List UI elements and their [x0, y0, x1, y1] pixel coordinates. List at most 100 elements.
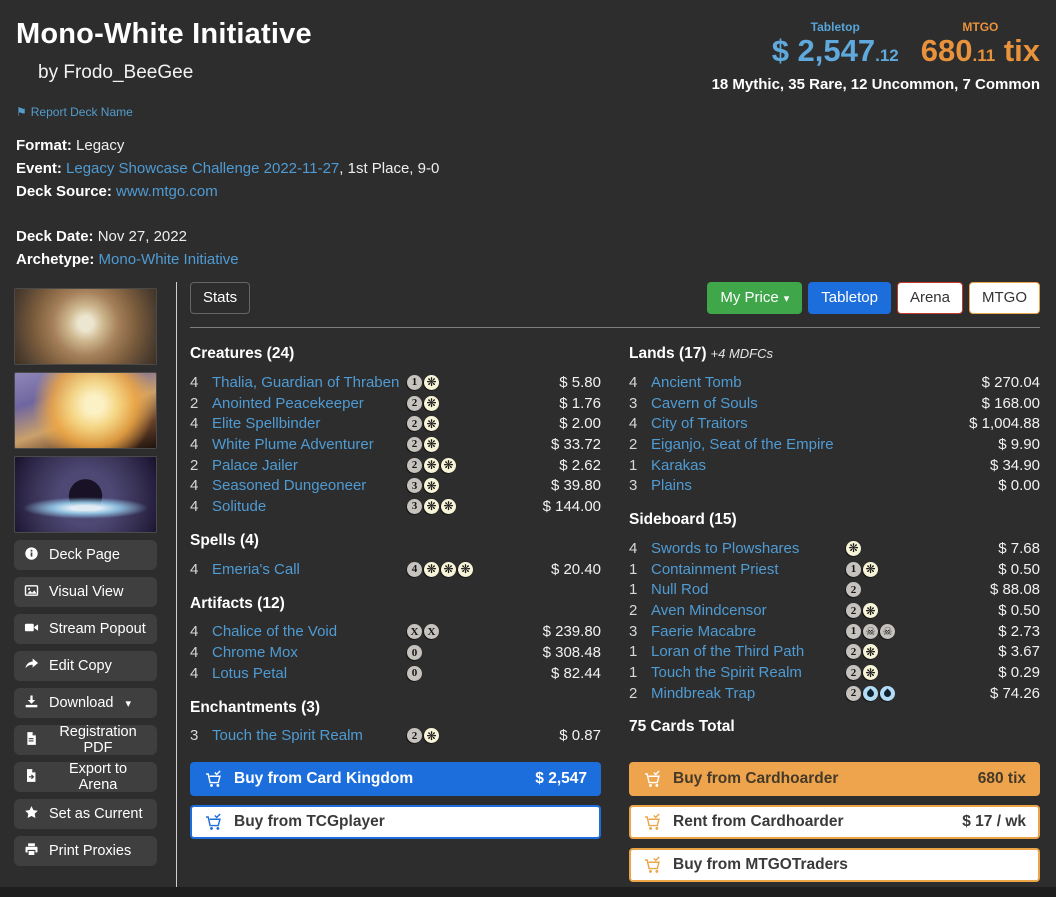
- card-quantity: 3: [629, 623, 651, 640]
- card-art-thumbnail-2[interactable]: [14, 372, 157, 449]
- card-name-link[interactable]: Touch the Spirit Realm: [212, 727, 407, 744]
- deck-card-row: 4Thalia, Guardian of Thraben1❋$ 5.80: [190, 372, 601, 393]
- arena-toggle-button[interactable]: Arena: [897, 282, 963, 314]
- card-name-link[interactable]: Plains: [651, 477, 846, 494]
- card-name-link[interactable]: Eiganjo, Seat of the Empire: [651, 436, 846, 453]
- image-icon: [24, 583, 39, 602]
- white-mana-icon: ❋: [441, 458, 456, 473]
- deck-list: Creatures (24)4Thalia, Guardian of Thrab…: [190, 330, 1040, 746]
- buy-button-label: Buy from Cardhoarder: [673, 770, 967, 788]
- sidebar-button-export-to-arena[interactable]: Export to Arena: [14, 762, 157, 792]
- sidebar-button-label: Download: [49, 695, 114, 711]
- card-name-link[interactable]: Seasoned Dungeoneer: [212, 477, 407, 494]
- tabletop-toggle-button[interactable]: Tabletop: [808, 282, 891, 314]
- card-name-link[interactable]: Anointed Peacekeeper: [212, 395, 407, 412]
- card-name-link[interactable]: Swords to Plowshares: [651, 540, 846, 557]
- card-name-link[interactable]: Aven Mindcensor: [651, 602, 846, 619]
- card-quantity: 2: [190, 457, 212, 474]
- buy-button-label: Buy from MTGOTraders: [673, 856, 1026, 874]
- card-name-link[interactable]: Containment Priest: [651, 561, 846, 578]
- card-name-link[interactable]: Thalia, Guardian of Thraben: [212, 374, 407, 391]
- card-name-link[interactable]: Mindbreak Trap: [651, 685, 846, 702]
- rent-from-cardhoarder-button[interactable]: Rent from Cardhoarder$ 17 / wk: [629, 805, 1040, 839]
- sidebar-button-stream-popout[interactable]: Stream Popout: [14, 614, 157, 644]
- card-name-link[interactable]: Faerie Macabre: [651, 623, 846, 640]
- deck-card-row: 2Anointed Peacekeeper2❋$ 1.76: [190, 393, 601, 414]
- card-quantity: 4: [190, 665, 212, 682]
- card-name-link[interactable]: Chalice of the Void: [212, 623, 407, 640]
- sidebar-button-print-proxies[interactable]: Print Proxies: [14, 836, 157, 866]
- card-name-link[interactable]: Solitude: [212, 498, 407, 515]
- deck-card-row: 4Solitude3❋❋$ 144.00: [190, 496, 601, 517]
- card-quantity: 4: [190, 415, 212, 432]
- white-mana-icon: ❋: [441, 499, 456, 514]
- card-price: $ 2.62: [515, 457, 601, 474]
- section-header-suffix: +4 MDFCs: [711, 346, 773, 361]
- card-name-link[interactable]: Null Rod: [651, 581, 846, 598]
- sidebar-button-set-as-current[interactable]: Set as Current: [14, 799, 157, 829]
- report-deck-name-label: Report Deck Name: [31, 105, 133, 119]
- mtgo-price-label: MTGO: [921, 20, 1040, 34]
- card-name-link[interactable]: Cavern of Souls: [651, 395, 846, 412]
- card-art-thumbnail-3[interactable]: [14, 456, 157, 533]
- card-quantity: 4: [190, 498, 212, 515]
- card-name-link[interactable]: Elite Spellbinder: [212, 415, 407, 432]
- buy-from-card-kingdom-button[interactable]: Buy from Card Kingdom$ 2,547: [190, 762, 601, 796]
- card-name-link[interactable]: Ancient Tomb: [651, 374, 846, 391]
- generic-mana-icon: 2: [846, 644, 861, 659]
- card-name-link[interactable]: City of Traitors: [651, 415, 846, 432]
- deck-card-row: 2Mindbreak Trap2$ 74.26: [629, 683, 1040, 704]
- info-spacer: [16, 203, 1040, 225]
- card-name-link[interactable]: White Plume Adventurer: [212, 436, 407, 453]
- black-mana-icon: ☠: [863, 624, 878, 639]
- sidebar-button-edit-copy[interactable]: Edit Copy: [14, 651, 157, 681]
- mana-cost: 1❋: [407, 375, 515, 390]
- card-name-link[interactable]: Lotus Petal: [212, 665, 407, 682]
- sidebar-button-deck-page[interactable]: Deck Page: [14, 540, 157, 570]
- generic-mana-icon: 2: [407, 396, 422, 411]
- deck-source-link[interactable]: www.mtgo.com: [116, 183, 218, 200]
- deck-card-row: 3Touch the Spirit Realm2❋$ 0.87: [190, 726, 601, 747]
- buy-from-tcgplayer-button[interactable]: Buy from TCGplayer: [190, 805, 601, 839]
- my-price-dropdown[interactable]: My Price▾: [707, 282, 802, 314]
- card-name-link[interactable]: Palace Jailer: [212, 457, 407, 474]
- buy-from-mtgotraders-button[interactable]: Buy from MTGOTraders: [629, 848, 1040, 882]
- card-name-link[interactable]: Emeria's Call: [212, 561, 407, 578]
- deck-card-row: 4Elite Spellbinder2❋$ 2.00: [190, 413, 601, 434]
- card-quantity: 1: [629, 581, 651, 598]
- card-quantity: 2: [629, 436, 651, 453]
- card-quantity: 1: [629, 664, 651, 681]
- card-art-thumbnail-1[interactable]: [14, 288, 157, 365]
- card-price: $ 20.40: [515, 561, 601, 578]
- card-quantity: 4: [190, 436, 212, 453]
- card-price: $ 82.44: [515, 665, 601, 682]
- deck-card-row: 1Touch the Spirit Realm2❋$ 0.29: [629, 662, 1040, 683]
- mana-cost: 3❋: [407, 478, 515, 493]
- mtgo-toggle-button[interactable]: MTGO: [969, 282, 1040, 314]
- tabletop-price-label: Tabletop: [772, 20, 899, 34]
- card-name-link[interactable]: Loran of the Third Path: [651, 643, 846, 660]
- header: Mono-White Initiative by Frodo_BeeGee ⚑ …: [0, 0, 1056, 119]
- card-name-link[interactable]: Karakas: [651, 457, 846, 474]
- stats-button[interactable]: Stats: [190, 282, 250, 314]
- info-event: Event: Legacy Showcase Challenge 2022-11…: [16, 157, 1040, 180]
- card-quantity: 1: [629, 457, 651, 474]
- deck-page: Mono-White Initiative by Frodo_BeeGee ⚑ …: [0, 0, 1056, 897]
- card-quantity: 4: [190, 644, 212, 661]
- sidebar-button-visual-view[interactable]: Visual View: [14, 577, 157, 607]
- sidebar-button-download[interactable]: Download▾: [14, 688, 157, 718]
- card-name-link[interactable]: Touch the Spirit Realm: [651, 664, 846, 681]
- cart-icon: [643, 813, 662, 832]
- event-link[interactable]: Legacy Showcase Challenge 2022-11-27: [66, 160, 339, 177]
- buy-from-cardhoarder-button[interactable]: Buy from Cardhoarder680 tix: [629, 762, 1040, 796]
- card-name-link[interactable]: Chrome Mox: [212, 644, 407, 661]
- generic-mana-icon: 2: [846, 686, 861, 701]
- report-deck-name-link[interactable]: ⚑ Report Deck Name: [16, 105, 133, 119]
- sidebar-button-registration-pdf[interactable]: Registration PDF: [14, 725, 157, 755]
- archetype-link[interactable]: Mono-White Initiative: [99, 251, 239, 268]
- buy-button-price: $ 17 / wk: [962, 813, 1026, 831]
- white-mana-icon: ❋: [863, 644, 878, 659]
- mtgo-price-value: 680.11 tix: [921, 35, 1040, 68]
- white-mana-icon: ❋: [424, 478, 439, 493]
- deck-card-row: 4Lotus Petal0$ 82.44: [190, 663, 601, 684]
